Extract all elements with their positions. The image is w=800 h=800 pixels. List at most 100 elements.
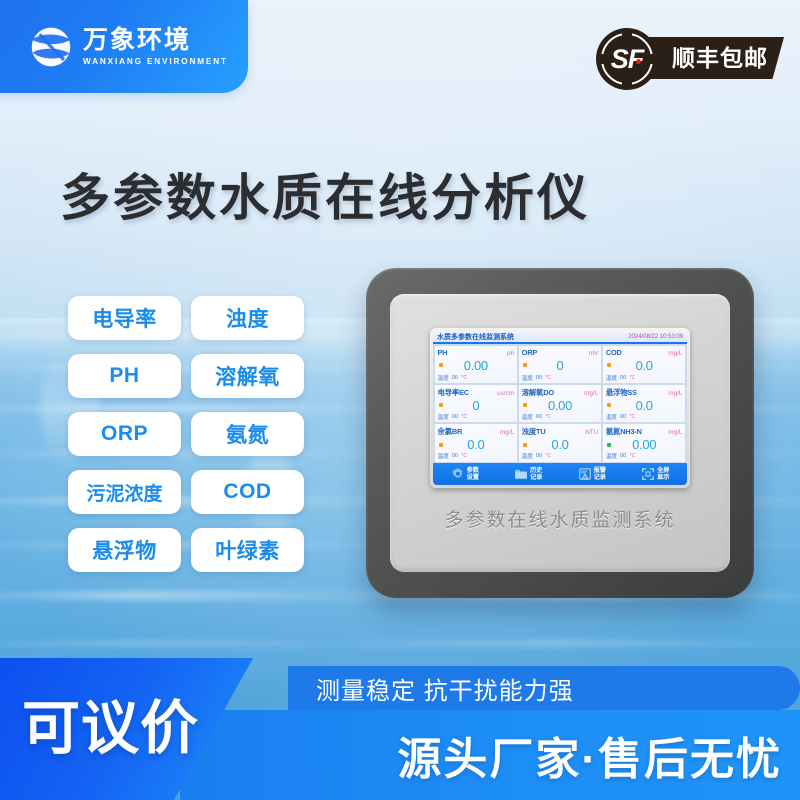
- globe-swoosh-logo-icon: [31, 27, 71, 66]
- temperature-value: 00: [620, 453, 627, 460]
- measurement-name: COD: [605, 347, 622, 357]
- measurement-unit: mg/L: [499, 428, 515, 436]
- promo-service-strip: 源头厂家·售后无忧: [180, 710, 800, 800]
- toolbar-label-line2: 记录: [593, 474, 606, 481]
- temperature-label: 温度: [437, 376, 449, 383]
- parameter-pill[interactable]: COD: [191, 470, 304, 514]
- temperature-unit: ℃: [629, 375, 636, 382]
- temperature-value: 00: [535, 453, 543, 460]
- parameter-pill-list: 电导率 浊度 PH 溶解氧 ORP 氨氮 污泥浓度 COD 悬浮物 叶绿素: [68, 296, 304, 572]
- parameter-pill[interactable]: 电导率: [68, 296, 181, 340]
- measurement-unit: mg/L: [584, 389, 599, 397]
- brand-name-cn: 万象环境: [83, 25, 192, 54]
- toolbar-button-history[interactable]: 历史 记录: [497, 463, 561, 485]
- brand-name-en: WANXIANG ENVIRONMENT: [83, 57, 228, 67]
- toolbar-button-settings[interactable]: 参数 设置: [433, 463, 497, 485]
- promo-feature-strip: 测量稳定 抗干扰能力强: [288, 666, 800, 710]
- parameter-pill[interactable]: 氨氮: [191, 412, 304, 456]
- measurement-name: 余氯BR: [437, 426, 463, 436]
- screen-title: 水质多参数在线监测系统: [437, 333, 514, 341]
- screen-header: 水质多参数在线监测系统 2024/08/22 10:53:09: [433, 331, 687, 344]
- toolbar-button-alarm[interactable]: 报警 记录: [560, 463, 624, 485]
- page-title: 多参数水质在线分析仪: [60, 170, 590, 226]
- measurement-cell[interactable]: COD mg/L 0.0 温度 00 ℃: [602, 345, 686, 384]
- measurement-unit: mg/L: [668, 389, 683, 397]
- temperature-unit: ℃: [545, 375, 552, 382]
- lcd-screen[interactable]: 水质多参数在线监测系统 2024/08/22 10:53:09 PH ph 0.…: [433, 331, 687, 485]
- parameter-pill[interactable]: 污泥浓度: [68, 470, 181, 514]
- measurement-cell[interactable]: 余氯BR mg/L 0.0 温度 00 ℃: [434, 423, 518, 462]
- measurement-unit: NTU: [585, 428, 599, 436]
- temperature-value: 00: [451, 453, 458, 460]
- measurement-grid: PH ph 0.00 温度 00 ℃ ORP mV 0 温度 00 ℃ COD …: [433, 344, 687, 463]
- measurement-name: 悬浮物SS: [605, 387, 637, 397]
- temperature-label: 温度: [521, 415, 533, 422]
- measurement-cell[interactable]: PH ph 0.00 温度 00 ℃: [434, 345, 518, 384]
- status-indicator-icon: [606, 363, 611, 368]
- status-indicator-icon: [606, 442, 611, 447]
- temperature-unit: ℃: [460, 375, 468, 382]
- sf-express-icon: SF: [596, 28, 658, 90]
- temperature-unit: ℃: [629, 414, 636, 421]
- measurement-name: 溶解氧DO: [521, 387, 554, 397]
- measurement-value: 0.00: [632, 437, 657, 453]
- temperature-value: 00: [535, 375, 543, 382]
- status-indicator-icon: [438, 403, 443, 408]
- temperature-label: 温度: [521, 376, 533, 383]
- promo-banner: 测量稳定 抗干扰能力强 源头厂家·售后无忧 可议价: [0, 658, 800, 800]
- shipping-badge: 顺丰包邮 SF: [596, 28, 784, 90]
- device-front-panel: 水质多参数在线监测系统 2024/08/22 10:53:09 PH ph 0.…: [390, 294, 730, 572]
- measurement-name: 电导率EC: [437, 387, 470, 397]
- measurement-cell[interactable]: 氨氮NH3-N mg/L 0.00 温度 00 ℃: [602, 423, 686, 462]
- screen-timestamp: 2024/08/22 10:53:09: [628, 333, 683, 340]
- temperature-label: 温度: [605, 454, 618, 461]
- temperature-value: 00: [451, 375, 458, 382]
- toolbar-label-line1: 全屏: [657, 466, 670, 474]
- parameter-pill[interactable]: ORP: [68, 412, 181, 456]
- parameter-pill[interactable]: 叶绿素: [191, 528, 304, 572]
- toolbar-label-line1: 参数: [466, 466, 479, 474]
- promo-feature-text: 测量稳定 抗干扰能力强: [316, 677, 574, 705]
- measurement-value: 0: [472, 397, 480, 413]
- temperature-label: 温度: [437, 415, 449, 422]
- temperature-value: 00: [535, 414, 543, 421]
- temperature-unit: ℃: [460, 414, 468, 421]
- alarm-doc-icon: [578, 468, 591, 480]
- measurement-name: 浊度TU: [521, 426, 546, 436]
- temperature-value: 00: [620, 375, 627, 382]
- temperature-label: 温度: [437, 454, 449, 461]
- status-indicator-icon: [438, 442, 443, 447]
- temperature-label: 温度: [521, 454, 533, 461]
- parameter-pill[interactable]: PH: [68, 354, 181, 398]
- status-indicator-icon: [438, 363, 443, 368]
- toolbar-button-label: 参数 设置: [467, 467, 479, 481]
- shipping-badge-ribbon: 顺丰包邮: [640, 37, 784, 79]
- measurement-unit: mg/L: [668, 428, 683, 436]
- temperature-unit: ℃: [545, 453, 552, 460]
- promo-price-text: 可议价: [22, 696, 200, 761]
- toolbar-label-line2: 记录: [530, 474, 543, 481]
- parameter-pill[interactable]: 溶解氧: [191, 354, 304, 398]
- toolbar-button-fullscreen[interactable]: 全屏 显示: [624, 463, 688, 485]
- measurement-cell[interactable]: ORP mV 0 温度 00 ℃: [518, 345, 602, 384]
- parameter-pill[interactable]: 悬浮物: [68, 528, 181, 572]
- brand-logo-banner: 万象环境 WANXIANG ENVIRONMENT: [0, 0, 248, 93]
- fullscreen-icon: [642, 468, 654, 480]
- measurement-name: 氨氮NH3-N: [605, 426, 642, 436]
- measurement-cell[interactable]: 浊度TU NTU 0.0 温度 00 ℃: [518, 423, 602, 462]
- status-indicator-icon: [522, 363, 527, 368]
- promo-service-text: 源头厂家·售后无忧: [397, 735, 782, 784]
- parameter-pill[interactable]: 浊度: [191, 296, 304, 340]
- device-front-label: 多参数在线水质监测系统: [444, 510, 676, 531]
- folder-icon: [515, 469, 527, 479]
- measurement-value: 0: [556, 357, 564, 373]
- shipping-badge-label: 顺丰包邮: [672, 44, 768, 71]
- measurement-unit: mg/L: [668, 349, 683, 357]
- measurement-cell[interactable]: 电导率EC us/cm 0 温度 00 ℃: [434, 384, 518, 423]
- measurement-cell[interactable]: 悬浮物SS mg/L 0.0 温度 00 ℃: [602, 384, 686, 423]
- measurement-unit: ph: [507, 349, 515, 357]
- measurement-value: 0.0: [635, 397, 653, 413]
- measurement-cell[interactable]: 溶解氧DO mg/L 0.00 温度 00 ℃: [518, 384, 602, 423]
- status-indicator-icon: [522, 442, 527, 447]
- measurement-unit: us/cm: [497, 389, 515, 397]
